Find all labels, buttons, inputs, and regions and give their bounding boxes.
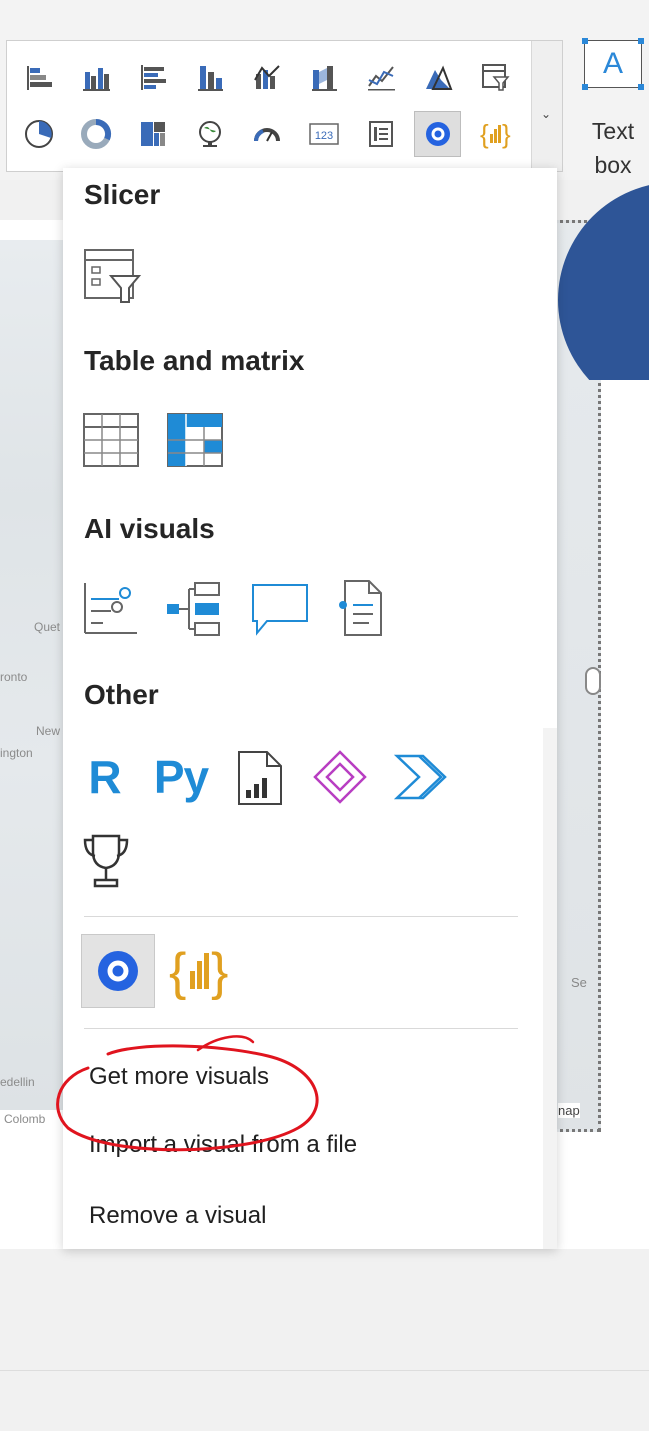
stacked-column-icon[interactable] — [186, 54, 233, 100]
card-icon[interactable]: 123 — [300, 111, 347, 157]
svg-text:}: } — [211, 943, 228, 1001]
r-visual-icon[interactable]: R — [81, 749, 129, 805]
gauge-icon[interactable] — [243, 111, 290, 157]
goals-trophy-icon[interactable] — [81, 830, 131, 890]
menu-scrollbar[interactable] — [543, 728, 557, 1249]
custom-visual-icon[interactable] — [414, 111, 461, 157]
visuals-gallery: 123 {} ⌄ — [6, 40, 563, 172]
map-label: Se — [571, 975, 587, 990]
table-icon[interactable] — [81, 409, 143, 471]
text-box-glyph: A — [602, 47, 623, 80]
text-box-icon: A — [582, 38, 644, 90]
map-label: Quet — [34, 620, 61, 634]
other-row-1: R Py — [81, 746, 455, 808]
svg-text:}: } — [502, 119, 511, 149]
handle-dot — [638, 84, 644, 90]
slicer-row — [81, 246, 143, 308]
map-label: Colomb — [4, 1112, 46, 1126]
section-title-table-matrix: Table and matrix — [84, 345, 305, 376]
smart-narrative-icon[interactable] — [333, 577, 395, 639]
svg-text:{: { — [480, 119, 489, 149]
custom-bars-icon[interactable]: {} — [471, 111, 518, 157]
divider — [84, 916, 518, 917]
key-influencers-icon[interactable] — [81, 577, 143, 639]
handle-dot — [582, 38, 588, 44]
multirow-card-icon[interactable] — [357, 111, 404, 157]
gallery-expand-button[interactable]: ⌄ — [531, 41, 562, 171]
map-label: New — [36, 724, 61, 738]
gallery-row-1 — [15, 54, 518, 100]
decomposition-tree-icon[interactable] — [165, 577, 227, 639]
section-title-slicer: Slicer — [84, 179, 161, 210]
map-label: ington — [0, 746, 33, 760]
map-label: ronto — [0, 670, 28, 684]
text-box-label: Text box — [591, 118, 635, 178]
clustered-bar-icon[interactable] — [129, 54, 176, 100]
page-tabs-bar — [0, 1370, 649, 1431]
map-icon[interactable] — [186, 111, 233, 157]
treemap-icon[interactable] — [129, 111, 176, 157]
custom-visual-item-selected[interactable] — [81, 934, 155, 1008]
ribbon: 123 {} ⌄ A Text box — [0, 0, 649, 180]
divider — [84, 1028, 518, 1029]
svg-text:{: { — [169, 943, 186, 1001]
map-label: nap — [558, 1103, 580, 1118]
custom-bars-icon[interactable]: {} — [169, 939, 233, 1003]
ai-visuals-row — [81, 577, 395, 639]
map-label: edellin — [0, 1075, 35, 1089]
handle-dot — [638, 38, 644, 44]
donut-chart-icon[interactable] — [72, 111, 119, 157]
import-visual-item[interactable]: Import a visual from a file — [89, 1131, 357, 1159]
clustered-column-icon[interactable] — [72, 54, 119, 100]
power-apps-icon[interactable] — [309, 746, 371, 808]
resize-handle[interactable] — [585, 667, 601, 695]
matrix-icon[interactable] — [165, 409, 227, 471]
ribbon-chart-icon[interactable] — [300, 54, 347, 100]
python-visual-icon[interactable]: Py — [151, 749, 211, 805]
pie-chart-icon[interactable] — [15, 111, 62, 157]
paginated-report-icon[interactable] — [233, 748, 287, 806]
get-more-visuals-item[interactable]: Get more visuals — [89, 1063, 269, 1091]
remove-visual-item[interactable]: Remove a visual — [89, 1202, 266, 1230]
svg-text:123: 123 — [314, 130, 332, 142]
stacked-bar-icon[interactable] — [15, 54, 62, 100]
custom-visual-icon — [98, 951, 138, 991]
table-row — [81, 409, 227, 471]
area-chart-icon[interactable] — [414, 54, 461, 100]
slicer-icon[interactable] — [81, 246, 143, 308]
visuals-dropdown-menu: Slicer Table and matrix AI visuals Other… — [63, 168, 557, 1249]
filter-table-icon[interactable] — [471, 54, 518, 100]
section-title-ai-visuals: AI visuals — [84, 513, 215, 544]
section-title-other: Other — [84, 679, 159, 710]
text-box-button[interactable]: A Text box — [572, 38, 649, 178]
gallery-row-2: 123 {} — [15, 111, 518, 157]
map-visual[interactable]: Quet ronto New ington edellin Colomb — [0, 240, 72, 1126]
custom-visuals-row: {} — [81, 934, 233, 1008]
chevron-down-icon: ⌄ — [541, 107, 552, 121]
power-automate-icon[interactable] — [393, 746, 455, 808]
blue-circle-shape[interactable] — [556, 180, 649, 380]
handle-dot — [582, 84, 588, 90]
other-row-2 — [81, 830, 131, 890]
qa-icon[interactable] — [249, 577, 311, 639]
line-column-icon[interactable] — [243, 54, 290, 100]
line-chart-icon[interactable] — [357, 54, 404, 100]
